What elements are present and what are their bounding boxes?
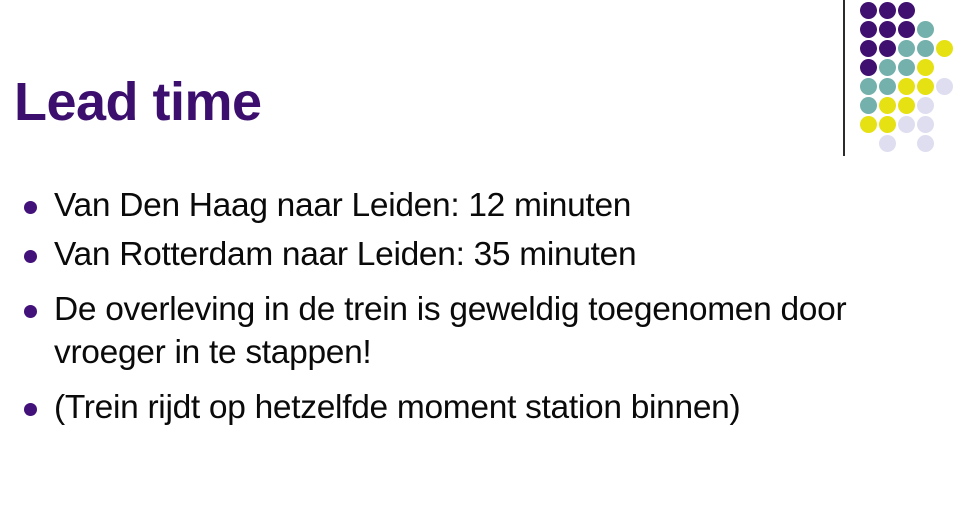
decorative-dot (917, 59, 934, 76)
decorative-dot (879, 78, 896, 95)
list-item: Van Den Haag naar Leiden: 12 minuten (10, 184, 870, 227)
bullet-list: Van Den Haag naar Leiden: 12 minuten Van… (10, 184, 870, 435)
list-item-label: (Trein rijdt op hetzelfde moment station… (54, 389, 741, 426)
decorative-dot (879, 97, 896, 114)
decorative-dot (898, 97, 915, 114)
decorative-dot (879, 21, 896, 38)
vertical-divider (843, 0, 845, 156)
decorative-dot (898, 21, 915, 38)
list-item-label: Van Rotterdam naar Leiden: 35 minuten (54, 236, 637, 273)
page-title: Lead time (14, 72, 262, 132)
decorative-dot (898, 78, 915, 95)
decorative-dot (860, 78, 877, 95)
bullet-dot-icon (24, 305, 37, 318)
bullet-dot-icon (24, 250, 37, 263)
decorative-dot (879, 40, 896, 57)
decorative-dot (936, 40, 953, 57)
decorative-dot (879, 135, 896, 152)
decorative-dot (898, 116, 915, 133)
list-item: (Trein rijdt op hetzelfde moment station… (10, 386, 870, 429)
decorative-dot (860, 59, 877, 76)
decorative-dot (936, 78, 953, 95)
list-item: De overleving in de trein is geweldig to… (10, 288, 870, 374)
bullet-dot-icon (24, 201, 37, 214)
decorative-dot (917, 40, 934, 57)
decorative-dot (879, 59, 896, 76)
decorative-dot (898, 59, 915, 76)
slide-canvas: Lead time Van Den Haag naar Leiden: 12 m… (0, 0, 960, 527)
decorative-dot (860, 40, 877, 57)
decorative-dot (879, 116, 896, 133)
decorative-dot (898, 40, 915, 57)
bullet-dot-icon (24, 403, 37, 416)
decorative-dot (917, 97, 934, 114)
decorative-dot (917, 21, 934, 38)
decorative-dot (917, 116, 934, 133)
list-item-label: De overleving in de trein is geweldig to… (54, 291, 847, 371)
list-item-label: Van Den Haag naar Leiden: 12 minuten (54, 187, 632, 224)
decorative-dot (860, 116, 877, 133)
list-item: Van Rotterdam naar Leiden: 35 minuten (10, 233, 870, 276)
decorative-dot (879, 2, 896, 19)
decorative-dot (898, 2, 915, 19)
decorative-dot (917, 78, 934, 95)
decorative-dot (917, 135, 934, 152)
decorative-dot (860, 97, 877, 114)
decorative-dot (860, 21, 877, 38)
decorative-dot-grid (860, 2, 960, 157)
decorative-dot (860, 2, 877, 19)
